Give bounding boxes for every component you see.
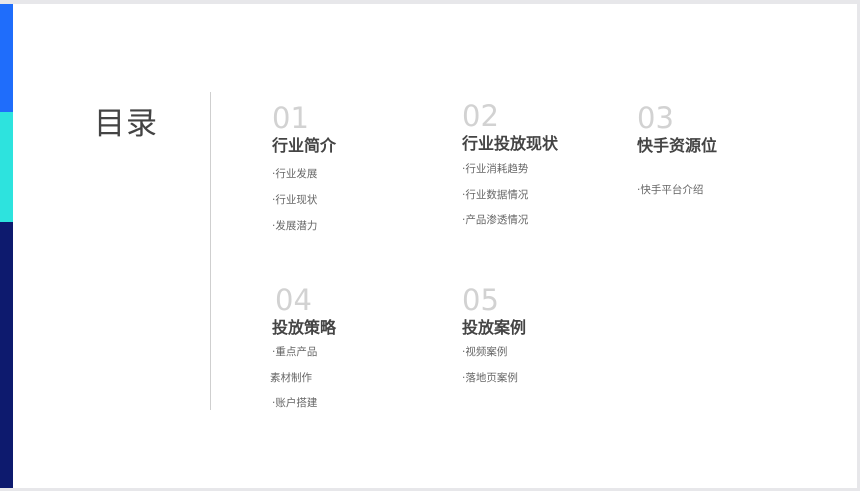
section-03: 03 快手资源位 ·快手平台介绍 <box>637 102 717 197</box>
section-item: ·快手平台介绍 <box>637 184 704 196</box>
section-heading: 行业投放现状 <box>462 134 559 153</box>
section-item: ·重点产品 <box>272 346 318 358</box>
section-heading: 行业简介 <box>272 136 337 155</box>
section-number: 05 <box>462 283 499 317</box>
section-item: ·发展潜力 <box>272 220 318 232</box>
accent-stripe-middle <box>0 112 13 222</box>
accent-stripe-bottom <box>0 222 13 488</box>
section-heading: 投放策略 <box>272 318 337 337</box>
accent-stripe-top <box>0 4 13 112</box>
section-number: 03 <box>637 101 674 135</box>
section-item: ·行业现状 <box>272 194 318 206</box>
section-item: ·落地页案例 <box>462 372 518 384</box>
page-title: 目录 <box>94 106 158 142</box>
section-01: 01 行业简介 ·行业发展 ·行业现状 ·发展潜力 <box>272 102 336 233</box>
section-item: 素材制作 <box>270 372 312 384</box>
section-item: ·行业发展 <box>272 168 318 180</box>
section-number: 02 <box>462 99 499 133</box>
section-item-list: ·视频案例 ·落地页案例 <box>462 346 526 385</box>
vertical-divider <box>210 92 211 410</box>
section-item-list: ·重点产品 素材制作 ·账户搭建 <box>270 346 336 410</box>
section-05: 05 投放案例 ·视频案例 ·落地页案例 <box>462 284 526 385</box>
section-item: ·产品渗透情况 <box>462 214 529 226</box>
section-item: ·账户搭建 <box>272 397 318 409</box>
section-number: 01 <box>272 101 309 135</box>
section-item-list: ·行业消耗趋势 ·行业数据情况 ·产品渗透情况 <box>462 163 558 227</box>
section-item: ·行业数据情况 <box>462 189 529 201</box>
toc-slide: 目录 01 行业简介 ·行业发展 ·行业现状 ·发展潜力 02 行业投放现状 ·… <box>0 4 857 488</box>
section-heading: 投放案例 <box>462 318 527 337</box>
section-item-list: ·快手平台介绍 <box>637 184 717 197</box>
section-item: ·视频案例 <box>462 346 508 358</box>
section-04: 04 投放策略 ·重点产品 素材制作 ·账户搭建 <box>270 283 337 410</box>
section-item: ·行业消耗趋势 <box>462 163 529 175</box>
section-number: 04 <box>275 283 312 317</box>
section-item-list: ·行业发展 ·行业现状 ·发展潜力 <box>272 168 336 233</box>
section-02: 02 行业投放现状 ·行业消耗趋势 ·行业数据情况 ·产品渗透情况 <box>462 100 558 227</box>
section-heading: 快手资源位 <box>637 136 718 155</box>
